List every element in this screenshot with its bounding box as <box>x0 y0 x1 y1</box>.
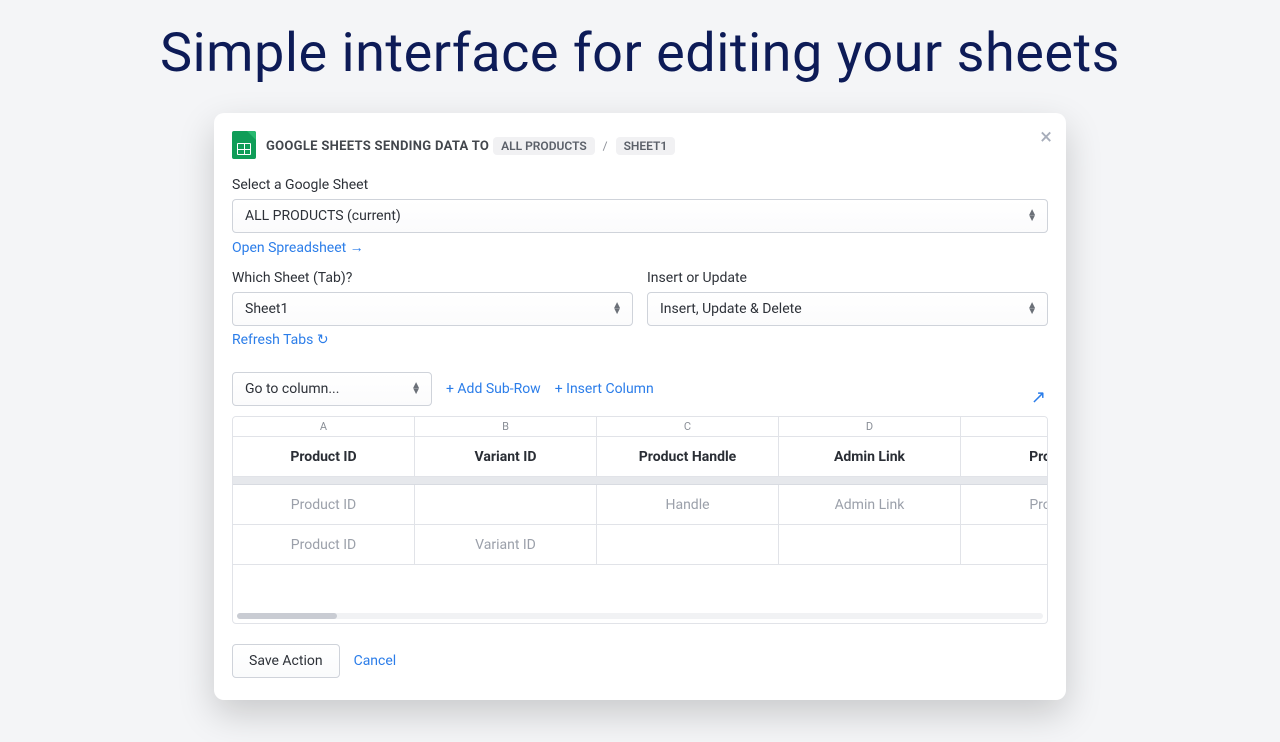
header-text: GOOGLE SHEETS SENDING DATA TO ALL PRODUC… <box>266 135 675 155</box>
col-letter: D <box>779 417 961 437</box>
sheet-select-label: Select a Google Sheet <box>232 177 1048 193</box>
breadcrumb-sheet: SHEET1 <box>616 137 676 155</box>
grid-cell[interactable]: Product ID <box>233 485 415 525</box>
modal: × GOOGLE SHEETS SENDING DATA TO ALL PROD… <box>214 113 1066 700</box>
grid-cell[interactable]: Handle <box>597 485 779 525</box>
col-header[interactable]: Product Handle <box>597 437 779 477</box>
grid-cell[interactable]: Variant ID <box>415 525 597 565</box>
grid-cell[interactable]: Produc <box>961 485 1048 525</box>
grid-cell[interactable] <box>961 525 1048 565</box>
col-header[interactable]: Product ID <box>233 437 415 477</box>
col-letter: A <box>233 417 415 437</box>
col-header[interactable]: Variant ID <box>415 437 597 477</box>
expand-icon[interactable]: ↗ <box>1031 387 1046 408</box>
col-letter: E <box>961 417 1048 437</box>
col-letter: C <box>597 417 779 437</box>
google-sheets-icon <box>232 131 256 159</box>
tab-select-label: Which Sheet (Tab)? <box>232 270 633 286</box>
col-letter: B <box>415 417 597 437</box>
grid-cell[interactable]: Product ID <box>233 525 415 565</box>
goto-column-select[interactable]: Go to column... <box>232 372 432 406</box>
refresh-tabs-link[interactable]: Refresh Tabs ↻ <box>232 332 329 348</box>
close-icon[interactable]: × <box>1040 125 1052 150</box>
grid-cell[interactable] <box>597 525 779 565</box>
tab-select[interactable]: Sheet1 <box>232 292 633 326</box>
insert-column-button[interactable]: + Insert Column <box>555 381 654 397</box>
cancel-button[interactable]: Cancel <box>354 653 397 669</box>
col-header[interactable]: Admin Link <box>779 437 961 477</box>
open-spreadsheet-link[interactable]: Open Spreadsheet → <box>232 239 364 256</box>
grid-cell[interactable] <box>779 525 961 565</box>
grid-cell[interactable]: Admin Link <box>779 485 961 525</box>
horizontal-scrollbar[interactable] <box>237 613 1043 619</box>
mode-select-label: Insert or Update <box>647 270 1048 286</box>
grid-cell[interactable] <box>415 485 597 525</box>
save-action-button[interactable]: Save Action <box>232 644 340 678</box>
sheet-select[interactable]: ALL PRODUCTS (current) <box>232 199 1048 233</box>
breadcrumb-spreadsheet: ALL PRODUCTS <box>493 137 595 155</box>
page-title: Simple interface for editing your sheets <box>0 22 1280 85</box>
column-grid: A B C D E Product ID Variant ID Product … <box>232 416 1048 624</box>
col-header[interactable]: Produc <box>961 437 1048 477</box>
mode-select[interactable]: Insert, Update & Delete <box>647 292 1048 326</box>
add-subrow-button[interactable]: + Add Sub-Row <box>446 381 541 397</box>
modal-header: GOOGLE SHEETS SENDING DATA TO ALL PRODUC… <box>232 131 1048 159</box>
